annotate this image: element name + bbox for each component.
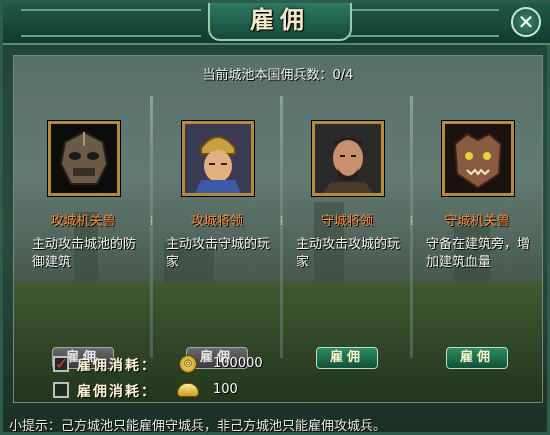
hire-button-defense-general[interactable]: 雇佣 xyxy=(316,347,378,369)
cost-label: 雇佣消耗： xyxy=(77,358,157,374)
cost-checkbox-ingot[interactable] xyxy=(53,382,69,398)
cost-checkbox-gold[interactable]: ✓ xyxy=(53,356,69,372)
close-icon[interactable]: ✕ xyxy=(511,7,541,37)
unit-description: 守备在建筑旁，增加建筑血量 xyxy=(426,237,531,270)
beast-mask-icon xyxy=(48,121,120,196)
unit-name: 守城将领 xyxy=(320,214,373,229)
gold-coin-icon: ◎ xyxy=(179,355,197,373)
helmeted-general-icon xyxy=(182,121,254,196)
dialog-title: 雇佣 xyxy=(208,3,352,41)
cost-amount: 100 xyxy=(213,382,238,397)
hint-text: 小提示：己方城池只能雇佣守城兵，非己方城池只能雇佣攻城兵。 xyxy=(9,419,387,434)
bearded-warrior-icon xyxy=(312,121,384,196)
mercenary-count: 当前城池本国佣兵数：0/4 xyxy=(202,68,354,83)
mercenary-panel: 当前城池本国佣兵数：0/4 攻城机关兽 主动攻击城池的防御建筑 雇佣 ⁞ 攻城将… xyxy=(13,55,543,403)
unit-description: 主动攻击城池的防御建筑 xyxy=(32,237,137,270)
armored-beast-icon xyxy=(442,121,514,196)
unit-name: 攻城机关兽 xyxy=(50,214,116,229)
gold-ingot-icon xyxy=(177,383,199,397)
cost-amount: 100000 xyxy=(213,356,263,371)
unit-card-defense-general: 守城将领 主动攻击攻城的玩家 雇佣 xyxy=(282,86,412,369)
unit-card-defense-beast: 守城机关兽 守备在建筑旁，增加建筑血量 雇佣 xyxy=(412,86,542,369)
hire-dialog: 雇佣 ✕ 当前城池本国佣兵数：0/4 攻城机关兽 主动攻击城池的防御建筑 雇佣 … xyxy=(0,0,550,435)
hire-button-defense-beast[interactable]: 雇佣 xyxy=(446,347,508,369)
unit-name: 守城机关兽 xyxy=(444,214,510,229)
unit-card-siege-beast: 攻城机关兽 主动攻击城池的防御建筑 雇佣 xyxy=(18,86,148,369)
unit-card-siege-general: 攻城将领 主动攻击守城的玩家 雇佣 xyxy=(152,86,282,369)
cost-label: 雇佣消耗： xyxy=(77,384,157,400)
unit-description: 主动攻击攻城的玩家 xyxy=(296,237,401,270)
unit-name: 攻城将领 xyxy=(190,214,243,229)
unit-description: 主动攻击守城的玩家 xyxy=(166,237,271,270)
